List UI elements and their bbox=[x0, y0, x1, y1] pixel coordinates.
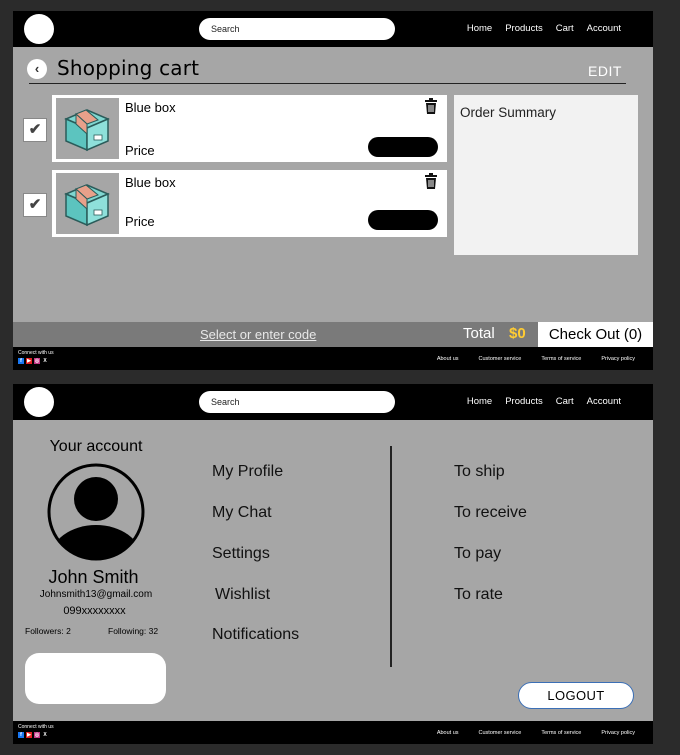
page-title: Shopping cart bbox=[57, 56, 200, 80]
instagram-icon[interactable]: ◎ bbox=[34, 358, 40, 364]
nav-products[interactable]: Products bbox=[505, 23, 543, 34]
account-title: Your account bbox=[49, 438, 143, 455]
nav-cart[interactable]: Cart bbox=[556, 396, 574, 407]
nav-home[interactable]: Home bbox=[467, 396, 492, 407]
menu-to-ship[interactable]: To ship bbox=[454, 463, 505, 481]
user-name: John Smith bbox=[48, 567, 139, 587]
menu-wishlist[interactable]: Wishlist bbox=[215, 586, 270, 604]
footer-terms[interactable]: Terms of service bbox=[541, 356, 581, 362]
trash-icon[interactable] bbox=[424, 98, 438, 114]
footer-links: About us Customer service Terms of servi… bbox=[437, 730, 635, 736]
instagram-icon[interactable]: ◎ bbox=[34, 732, 40, 738]
item-checkbox[interactable]: ✔ bbox=[23, 118, 47, 142]
menu-notifications[interactable]: Notifications bbox=[212, 626, 299, 644]
user-phone: 099xxxxxxxx bbox=[63, 605, 126, 617]
item-name: Blue box bbox=[125, 175, 176, 190]
promo-code-link[interactable]: Select or enter code bbox=[200, 327, 316, 342]
nav-cart[interactable]: Cart bbox=[556, 23, 574, 34]
top-nav: Home Products Cart Account bbox=[13, 384, 653, 420]
footer-terms[interactable]: Terms of service bbox=[541, 730, 581, 736]
top-nav: Home Products Cart Account bbox=[13, 11, 653, 47]
sidebar-card[interactable] bbox=[25, 653, 166, 704]
quantity-stepper[interactable] bbox=[368, 137, 438, 157]
check-icon: ✔ bbox=[28, 196, 42, 213]
total-label: Total bbox=[463, 325, 495, 342]
menu-divider bbox=[390, 446, 392, 667]
cart-item: Blue box Price bbox=[52, 95, 447, 162]
footer-links: About us Customer service Terms of servi… bbox=[437, 356, 635, 362]
logo[interactable] bbox=[24, 14, 54, 44]
footer-about[interactable]: About us bbox=[437, 356, 459, 362]
following-count[interactable]: Following: 32 bbox=[108, 626, 158, 636]
footer: Connect with us f ▶ ◎ X About us Custome… bbox=[13, 347, 653, 370]
connect-label: Connect with us bbox=[18, 350, 54, 356]
edit-button[interactable]: EDIT bbox=[588, 63, 622, 79]
user-email: Johnsmith13@gmail.com bbox=[39, 589, 153, 600]
followers-count[interactable]: Followers: 2 bbox=[25, 626, 71, 636]
logo[interactable] bbox=[24, 387, 54, 417]
footer-privacy[interactable]: Privacy policy bbox=[601, 356, 635, 362]
facebook-icon[interactable]: f bbox=[18, 732, 24, 738]
footer-about[interactable]: About us bbox=[437, 730, 459, 736]
youtube-icon[interactable]: ▶ bbox=[26, 732, 32, 738]
item-price-label: Price bbox=[125, 143, 155, 158]
checkout-bar: Select or enter code Total $0 Check Out … bbox=[13, 322, 653, 347]
box-icon bbox=[64, 184, 110, 227]
cart-screen: Home Products Cart Account ‹ Shopping ca… bbox=[13, 11, 653, 370]
nav-home[interactable]: Home bbox=[467, 23, 492, 34]
chevron-left-icon: ‹ bbox=[34, 61, 40, 76]
social-icons: f ▶ ◎ X bbox=[18, 732, 48, 738]
footer: Connect with us f ▶ ◎ X About us Custome… bbox=[13, 721, 653, 744]
social-icons: f ▶ ◎ X bbox=[18, 358, 48, 364]
footer-privacy[interactable]: Privacy policy bbox=[601, 730, 635, 736]
order-summary-title: Order Summary bbox=[460, 105, 557, 120]
menu-settings[interactable]: Settings bbox=[212, 545, 270, 563]
menu-my-chat[interactable]: My Chat bbox=[212, 504, 272, 522]
menu-my-profile[interactable]: My Profile bbox=[212, 463, 283, 481]
product-image bbox=[56, 173, 119, 234]
item-price-label: Price bbox=[125, 214, 155, 229]
order-summary-panel: Order Summary bbox=[454, 95, 638, 255]
box-icon bbox=[64, 109, 110, 152]
nav-links: Home Products Cart Account bbox=[467, 396, 621, 407]
youtube-icon[interactable]: ▶ bbox=[26, 358, 32, 364]
search-input[interactable] bbox=[199, 391, 395, 413]
item-checkbox[interactable]: ✔ bbox=[23, 193, 47, 217]
logout-button[interactable]: LOGOUT bbox=[518, 682, 634, 709]
checkout-button[interactable]: Check Out (0) bbox=[538, 322, 653, 347]
menu-to-rate[interactable]: To rate bbox=[454, 586, 503, 604]
cart-item: Blue box Price bbox=[52, 170, 447, 237]
avatar-icon[interactable] bbox=[47, 463, 145, 561]
nav-links: Home Products Cart Account bbox=[467, 23, 621, 34]
search-input[interactable] bbox=[199, 18, 395, 40]
footer-customer-service[interactable]: Customer service bbox=[479, 730, 522, 736]
x-icon[interactable]: X bbox=[42, 732, 48, 738]
x-icon[interactable]: X bbox=[42, 358, 48, 364]
footer-customer-service[interactable]: Customer service bbox=[479, 356, 522, 362]
title-divider bbox=[29, 83, 626, 84]
total-value: $0 bbox=[509, 325, 526, 342]
nav-account[interactable]: Account bbox=[587, 23, 621, 34]
account-main: My Profile My Chat Settings Wishlist Not… bbox=[179, 420, 653, 721]
back-button[interactable]: ‹ bbox=[27, 59, 47, 79]
connect-label: Connect with us bbox=[18, 724, 54, 730]
facebook-icon[interactable]: f bbox=[18, 358, 24, 364]
product-image bbox=[56, 98, 119, 159]
menu-to-pay[interactable]: To pay bbox=[454, 545, 501, 563]
account-screen: Home Products Cart Account Your account … bbox=[13, 384, 653, 744]
nav-account[interactable]: Account bbox=[587, 396, 621, 407]
item-name: Blue box bbox=[125, 100, 176, 115]
quantity-stepper[interactable] bbox=[368, 210, 438, 230]
nav-products[interactable]: Products bbox=[505, 396, 543, 407]
trash-icon[interactable] bbox=[424, 173, 438, 189]
menu-to-receive[interactable]: To receive bbox=[454, 504, 527, 522]
check-icon: ✔ bbox=[28, 121, 42, 138]
